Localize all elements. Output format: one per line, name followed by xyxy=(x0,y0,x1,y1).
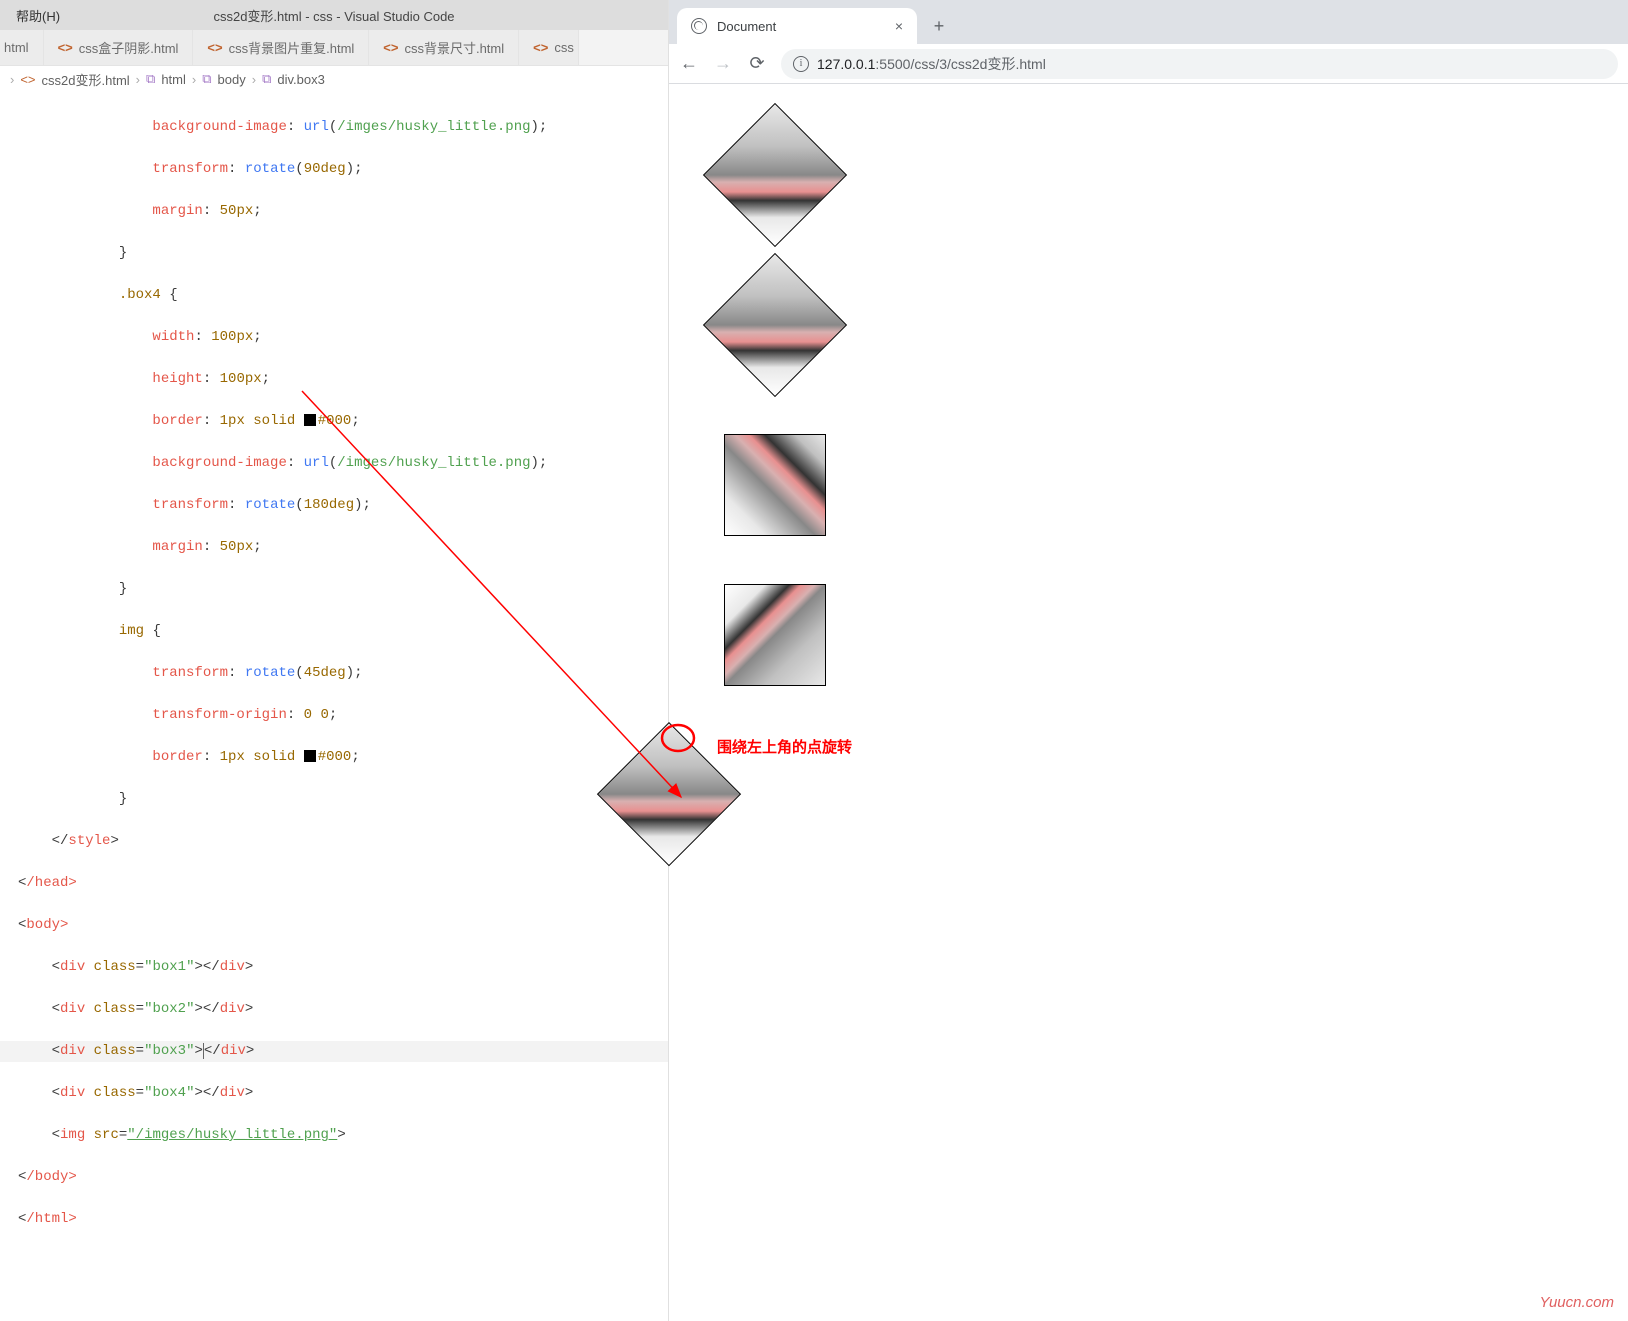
watermark: Yuucn.com xyxy=(1540,1294,1614,1311)
url-text: 127.0.0.1:5500/css/3/css2d变形.html xyxy=(817,54,1046,74)
color-swatch xyxy=(304,414,316,426)
browser-toolbar: ← → ⟳ i 127.0.0.1:5500/css/3/css2d变形.htm… xyxy=(669,44,1628,84)
chevron-right-icon: › xyxy=(252,72,256,87)
tab-title: Document xyxy=(717,19,776,34)
chevron-right-icon: › xyxy=(192,72,196,87)
color-swatch xyxy=(304,750,316,762)
globe-icon xyxy=(691,18,707,34)
html-file-icon: <> xyxy=(20,72,35,87)
breadcrumb-item[interactable]: html xyxy=(161,72,186,87)
html-file-icon: <> xyxy=(207,40,222,55)
browser-viewport: 围绕左上角的点旋转 xyxy=(669,84,1628,1321)
breadcrumb-item[interactable]: body xyxy=(218,72,246,87)
reload-button[interactable]: ⟳ xyxy=(747,53,767,74)
browser-panel: Document × + ← → ⟳ i 127.0.0.1:5500/css/… xyxy=(669,0,1628,1321)
symbol-icon: ⧉ xyxy=(146,71,155,87)
menu-help[interactable]: 帮助(H) xyxy=(8,6,68,25)
editor-tab[interactable]: html xyxy=(0,30,44,65)
chevron-right-icon: › xyxy=(136,72,140,87)
box4-rotated xyxy=(724,584,826,686)
breadcrumb-item[interactable]: css2d变形.html xyxy=(42,70,130,89)
chevron-right-icon: › xyxy=(10,72,14,87)
close-icon[interactable]: × xyxy=(895,18,903,34)
editor-tab[interactable]: <>css xyxy=(519,30,579,65)
window-title: css2d变形.html - css - Visual Studio Code xyxy=(213,6,454,25)
editor-tab[interactable]: <>css背景图片重复.html xyxy=(193,30,369,65)
breadcrumbs: › <> css2d变形.html › ⧉ html › ⧉ body › ⧉ … xyxy=(0,66,668,92)
editor-tab[interactable]: <>css背景尺寸.html xyxy=(369,30,519,65)
info-icon[interactable]: i xyxy=(793,56,809,72)
breadcrumb-item[interactable]: div.box3 xyxy=(277,72,324,87)
menu-bar: 帮助(H) css2d变形.html - css - Visual Studio… xyxy=(0,0,668,30)
editor-tab[interactable]: <>css盒子阴影.html xyxy=(44,30,194,65)
address-bar[interactable]: i 127.0.0.1:5500/css/3/css2d变形.html xyxy=(781,49,1618,79)
box2-rotated xyxy=(703,253,847,397)
vscode-panel: 帮助(H) css2d变形.html - css - Visual Studio… xyxy=(0,0,669,1321)
html-file-icon: <> xyxy=(383,40,398,55)
new-tab-button[interactable]: + xyxy=(925,12,953,40)
code-editor[interactable]: background-image: url(/imges/husky_littl… xyxy=(0,92,668,1321)
annotation-text: 围绕左上角的点旋转 xyxy=(717,736,852,757)
html-file-icon: <> xyxy=(58,40,73,55)
browser-tab[interactable]: Document × xyxy=(677,8,917,44)
box1-rotated xyxy=(703,103,847,247)
browser-tab-strip: Document × + xyxy=(669,0,1628,44)
symbol-icon: ⧉ xyxy=(262,71,271,87)
tab-bar: html <>css盒子阴影.html <>css背景图片重复.html <>c… xyxy=(0,30,668,66)
html-file-icon: <> xyxy=(533,40,548,55)
box3-rotated xyxy=(724,434,826,536)
back-button[interactable]: ← xyxy=(679,53,699,74)
symbol-icon: ⧉ xyxy=(202,71,211,87)
forward-button[interactable]: → xyxy=(713,53,733,74)
